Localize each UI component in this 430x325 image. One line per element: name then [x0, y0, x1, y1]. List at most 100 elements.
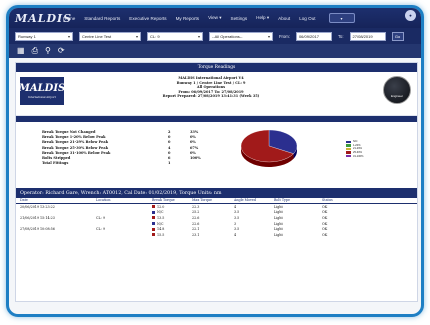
cell-status: OK — [322, 227, 362, 231]
airport-logo-subtitle: International Airport — [28, 96, 56, 99]
legend-label: N/C — [353, 140, 358, 144]
report-header-lines: MALDIS International Airport V4 Runway 1… — [136, 76, 286, 99]
nav-view[interactable]: View ▾ — [208, 15, 221, 21]
cell-date-text: 20/06/2019 13:23:22 — [20, 204, 55, 209]
cell-angle-moved: 3.5 — [234, 227, 274, 231]
cell-max-torque: 22.6 — [192, 216, 234, 220]
cell-bolt-type-text: Light — [274, 204, 283, 209]
legend-swatch — [346, 151, 351, 154]
refresh-icon[interactable]: ⟳ — [58, 47, 65, 55]
cell-max-torque: 22.1 — [192, 227, 234, 231]
table-body: 20/06/2019 13:23:22 12.0 22.3 4 Light OK N/C 25… — [16, 204, 417, 238]
app-logo: MALDIS — [15, 11, 73, 25]
status-swatch — [152, 216, 155, 220]
to-date-value: 27/08/2019 — [352, 33, 373, 39]
cell-bolt-type: Light — [274, 205, 322, 209]
cell-bolt-type: Light — [274, 222, 322, 226]
chevron-down-icon: ▾ — [67, 33, 70, 39]
from-date-value: 06/09/2017 — [298, 33, 319, 39]
airport-logo: MALDIS International Airport — [19, 77, 65, 105]
operation-select-value: --All Operations-- — [212, 33, 243, 39]
cell-status-text: OK — [322, 210, 328, 215]
print-icon[interactable]: ⎙ — [32, 47, 38, 55]
line-select-value: CL: 9 — [150, 33, 160, 39]
runway-select[interactable]: Runway 1 ▾ — [15, 31, 73, 41]
cell-break-torque-text: N/C — [157, 221, 164, 226]
runway-select-value: Runway 1 — [18, 33, 36, 39]
col-angle-moved: Angle Moved — [234, 198, 256, 202]
cell-status-text: OK — [322, 221, 328, 226]
go-button[interactable]: Go — [391, 31, 404, 41]
user-menu-button[interactable]: ▾ — [328, 13, 355, 23]
cell-status-text: OK — [322, 227, 328, 232]
stat-row: Total Fittings 1 — [42, 161, 220, 166]
cell-date: 21/06/2019 15:14:23 — [16, 216, 96, 220]
cell-bolt-type-text: Light — [274, 210, 283, 215]
header-line: Report Prepared: 27/08/2019 13:41:31 (We… — [162, 94, 260, 99]
nav-executive-reports[interactable]: Executive Reports — [129, 16, 166, 21]
table-row: 15.5 23.1 4 Light OK — [16, 232, 417, 238]
legend-swatch — [346, 140, 351, 143]
cell-break-torque-text: 15.5 — [157, 232, 165, 237]
cell-max-torque-text: 22.3 — [192, 204, 200, 209]
cell-max-torque: 25.2 — [192, 210, 234, 214]
col-max-torque: Max Torque — [192, 198, 212, 202]
from-date-input[interactable]: 06/09/2017 — [295, 31, 332, 41]
nav-settings[interactable]: Settings — [231, 16, 248, 21]
filter-bar: Runway 1 ▾ Centre Line Test ▾ CL: 9 ▾ --… — [9, 28, 421, 44]
grid-icon[interactable]: ▦ — [17, 47, 25, 55]
cell-max-torque: 22.6 — [192, 222, 234, 226]
report-header: MALDIS International Airport MALDIS Inte… — [16, 72, 417, 116]
cell-status-text: OK — [322, 215, 328, 220]
stats-table: Break Torque Not Changed 2 33% Break Torqu… — [42, 130, 220, 166]
nav-standard-reports[interactable]: Standard Reports — [84, 16, 120, 21]
operation-select[interactable]: --All Operations-- ▾ — [209, 31, 273, 41]
cell-bolt-type: Light — [274, 216, 322, 220]
cell-max-torque-text: 23.1 — [192, 232, 200, 237]
cell-date: 20/06/2019 13:23:22 — [16, 205, 96, 209]
line-select[interactable]: CL: 9 ▾ — [147, 31, 203, 41]
cell-angle-moved: 4 — [234, 233, 274, 237]
engineer-seal: Engineer — [383, 76, 411, 104]
nav-my-reports[interactable]: My Reports — [176, 16, 200, 21]
cell-angle-moved-text: 3.5 — [234, 227, 240, 232]
cell-date-text: 27/08/2019 10:08:56 — [20, 227, 55, 232]
chevron-down-icon: ▾ — [267, 33, 270, 39]
col-location: Location — [96, 198, 111, 202]
col-date: Date — [20, 198, 28, 202]
cell-break-torque: 13.5 — [152, 216, 192, 220]
cell-break-torque-text: N/C — [157, 210, 164, 215]
stat-label: Total Fittings — [42, 161, 69, 166]
nav-help[interactable]: Help ▾ — [256, 15, 269, 21]
status-swatch — [152, 227, 155, 231]
cell-break-torque-text: 14.8 — [157, 227, 165, 232]
torque-pie-chart — [240, 129, 298, 167]
nav-home[interactable]: Home — [63, 16, 75, 21]
cell-bolt-type-text: Light — [274, 227, 283, 232]
nav-logout[interactable]: Log Out — [299, 16, 315, 21]
cell-angle-moved: 3.5 — [234, 216, 274, 220]
nav-about[interactable]: About — [278, 16, 290, 21]
cell-bolt-type-text: Light — [274, 215, 283, 220]
to-date-input[interactable]: 27/08/2019 — [349, 31, 386, 41]
notification-icon[interactable]: ● — [405, 10, 416, 21]
top-nav: MALDIS Home Standard Reports Executive R… — [9, 8, 421, 28]
cell-max-torque-text: 25.2 — [192, 210, 200, 215]
search-icon[interactable]: ⚲ — [45, 47, 51, 55]
cell-break-torque-text: 13.5 — [157, 215, 165, 220]
cell-angle-moved-text: 4 — [234, 232, 237, 237]
test-type-select[interactable]: Centre Line Test ▾ — [79, 31, 141, 41]
cell-break-torque: 15.5 — [152, 233, 192, 237]
cell-location: CL: 9 — [96, 227, 152, 231]
cell-bolt-type: Light — [274, 233, 322, 237]
status-swatch — [152, 233, 155, 237]
stat-percent — [190, 161, 220, 166]
legend-swatch — [346, 154, 351, 158]
cell-status: OK — [322, 233, 362, 237]
table-row: 27/08/2019 10:08:56 CL: 9 14.8 22.1 3.5 Light… — [16, 226, 417, 232]
report-panel: Torque Readings MALDIS International Air… — [15, 62, 418, 302]
operator-line: Operator: Richard Gare, Wrench: AT0012, … — [16, 188, 417, 198]
legend-item: 31-100% — [346, 154, 363, 158]
report-toolbar: ▦ ⎙ ⚲ ⟳ — [9, 44, 421, 58]
status-swatch — [152, 210, 155, 214]
